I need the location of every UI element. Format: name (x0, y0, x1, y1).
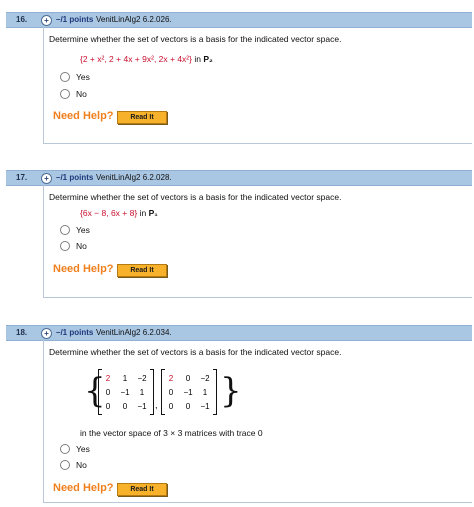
option-label: Yes (76, 72, 90, 82)
matrix-a-cell: 0 (122, 402, 128, 411)
matrix-b-cell: −1 (200, 402, 210, 411)
vector-set: {6x − 8, 6x + 8} in P₁ (80, 208, 158, 218)
question-number: 17. (16, 173, 28, 182)
matrix-a: 2 1 −2 0 −1 1 0 0 −1 (98, 369, 154, 415)
question-body: Determine whether the set of vectors is … (43, 27, 472, 144)
matrix-a-cell: 1 (122, 374, 128, 383)
matrix-b-cell: 0 (168, 388, 174, 397)
question-header: 17. + –/1 points VenitLinAlg2 6.2.028. (6, 170, 472, 186)
matrix-b-cell: 1 (202, 388, 208, 397)
matrix-a-cell: −1 (137, 402, 147, 411)
matrix-a-cell: 0 (105, 388, 111, 397)
option-label: No (76, 460, 87, 470)
matrix-separator-comma: , (155, 400, 158, 410)
radio-button-yes[interactable] (60, 444, 70, 454)
expand-plus-icon[interactable]: + (41, 15, 52, 26)
matrix-b: 2 0 −2 0 −1 1 0 0 −1 (161, 369, 217, 415)
question-prompt: Determine whether the set of vectors is … (49, 192, 342, 202)
radio-button-no[interactable] (60, 89, 70, 99)
matrix-a-cell: −2 (137, 374, 147, 383)
question-number: 18. (16, 328, 28, 337)
problem-code: VenitLinAlg2 6.2.026. (96, 15, 172, 24)
vector-space: P₂ (203, 54, 213, 64)
question-body: Determine whether the set of vectors is … (43, 185, 472, 298)
set-expression: {2 + x², 2 + 4x + 9x², 2x + 4x²} (80, 54, 192, 64)
question-header: 16. + –/1 points VenitLinAlg2 6.2.026. (6, 12, 472, 28)
option-label: Yes (76, 444, 90, 454)
matrix-b-cell: 0 (185, 374, 191, 383)
vector-set: {2 + x², 2 + 4x + 9x², 2x + 4x²} in P₂ (80, 54, 213, 64)
points-label: –/1 points (56, 328, 94, 337)
option-label: No (76, 89, 87, 99)
points-label: –/1 points (56, 15, 94, 24)
read-it-button[interactable]: Read It (117, 264, 167, 277)
need-help-label: Need Help? (53, 482, 114, 494)
question-prompt: Determine whether the set of vectors is … (49, 347, 342, 357)
matrix-b-cell: 0 (168, 402, 174, 411)
read-it-button[interactable]: Read It (117, 483, 167, 496)
vector-space-description: in the vector space of 3 × 3 matrices wi… (80, 428, 263, 438)
matrix-a-cell: 2 (105, 374, 111, 383)
matrix-b-cell: −1 (183, 388, 193, 397)
matrix-b-cell: 0 (185, 402, 191, 411)
matrix-b-cell: −2 (200, 374, 210, 383)
question-body: Determine whether the set of vectors is … (43, 340, 472, 503)
points-label: –/1 points (56, 173, 94, 182)
read-it-button[interactable]: Read It (117, 111, 167, 124)
question-header: 18. + –/1 points VenitLinAlg2 6.2.034. (6, 325, 472, 341)
radio-button-yes[interactable] (60, 72, 70, 82)
expand-plus-icon[interactable]: + (41, 328, 52, 339)
question-number: 16. (16, 15, 28, 24)
set-expression: {6x − 8, 6x + 8} (80, 208, 138, 218)
space-in: in (194, 54, 201, 64)
vector-space: P₁ (148, 208, 158, 218)
matrix-a-cell: 0 (105, 402, 111, 411)
option-label: No (76, 241, 87, 251)
option-label: Yes (76, 225, 90, 235)
radio-button-yes[interactable] (60, 225, 70, 235)
matrix-set: { 2 1 −2 0 −1 1 0 0 −1 , 2 0 −2 0 −1 1 0 (84, 366, 254, 418)
right-brace: } (220, 371, 242, 411)
need-help-label: Need Help? (53, 263, 114, 275)
problem-code: VenitLinAlg2 6.2.034. (96, 328, 172, 337)
matrix-a-cell: 1 (139, 388, 145, 397)
radio-button-no[interactable] (60, 241, 70, 251)
matrix-a-cell: −1 (120, 388, 130, 397)
expand-plus-icon[interactable]: + (41, 173, 52, 184)
matrix-b-cell: 2 (168, 374, 174, 383)
problem-code: VenitLinAlg2 6.2.028. (96, 173, 172, 182)
space-in: in (139, 208, 147, 218)
radio-button-no[interactable] (60, 460, 70, 470)
question-prompt: Determine whether the set of vectors is … (49, 34, 342, 44)
need-help-label: Need Help? (53, 110, 114, 122)
